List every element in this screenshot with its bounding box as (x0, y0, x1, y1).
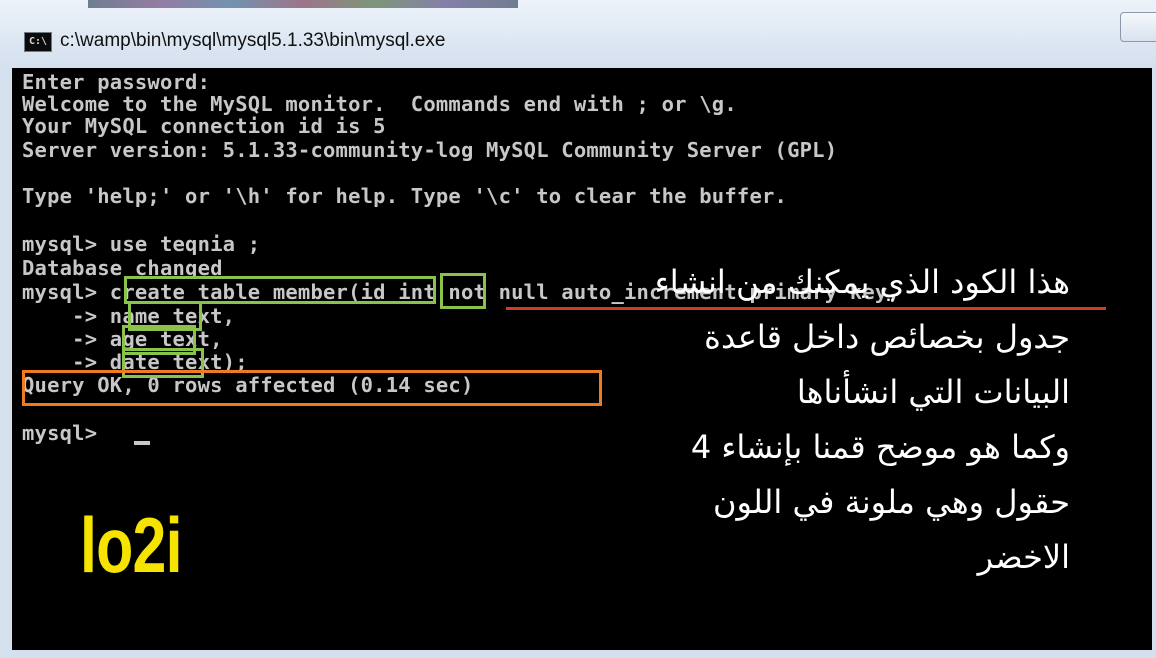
lo2i-logo: lo2i (80, 501, 182, 589)
annotation-line: وكما هو موضح قمنا بإنشاء 4 (690, 428, 1070, 466)
annotation-line: الاخضر (977, 538, 1070, 576)
arabic-annotation: هذا الكود الذي يمكنك من انشاء جدول بخصائ… (590, 255, 1070, 585)
window-frame-bottom (0, 650, 1156, 658)
window-frame-right (1152, 68, 1156, 658)
console-line: Your MySQL connection id is 5 (22, 114, 386, 138)
highlight-id-field (440, 273, 486, 309)
console-line: Enter password: (22, 70, 211, 94)
console-line: Server version: 5.1.33-community-log MyS… (22, 138, 838, 162)
console-line: mysql> use teqnia ; (22, 232, 261, 256)
annotation-line: حقول وهي ملونة في اللون (713, 483, 1070, 521)
highlight-create-table (124, 276, 436, 304)
annotation-line: هذا الكود الذي يمكنك من انشاء (654, 263, 1070, 301)
minimize-button[interactable] (1120, 12, 1156, 42)
blurred-background-strip (88, 0, 518, 8)
window-title: c:\wamp\bin\mysql\mysql5.1.33\bin\mysql.… (60, 30, 446, 51)
window-titlebar[interactable]: C:\ c:\wamp\bin\mysql\mysql5.1.33\bin\my… (0, 0, 1156, 69)
cmd-icon: C:\ (24, 32, 52, 52)
console-line: Type 'help;' or '\h' for help. Type '\c'… (22, 184, 788, 208)
annotation-line: جدول بخصائص داخل قاعدة (704, 318, 1070, 356)
console-line: Welcome to the MySQL monitor. Commands e… (22, 92, 737, 116)
annotation-line: البيانات التي انشأناها (796, 373, 1070, 411)
text-cursor (134, 441, 150, 445)
console-prompt: mysql> (22, 421, 110, 445)
window-frame-left (0, 68, 12, 658)
highlight-query-ok (22, 370, 602, 406)
